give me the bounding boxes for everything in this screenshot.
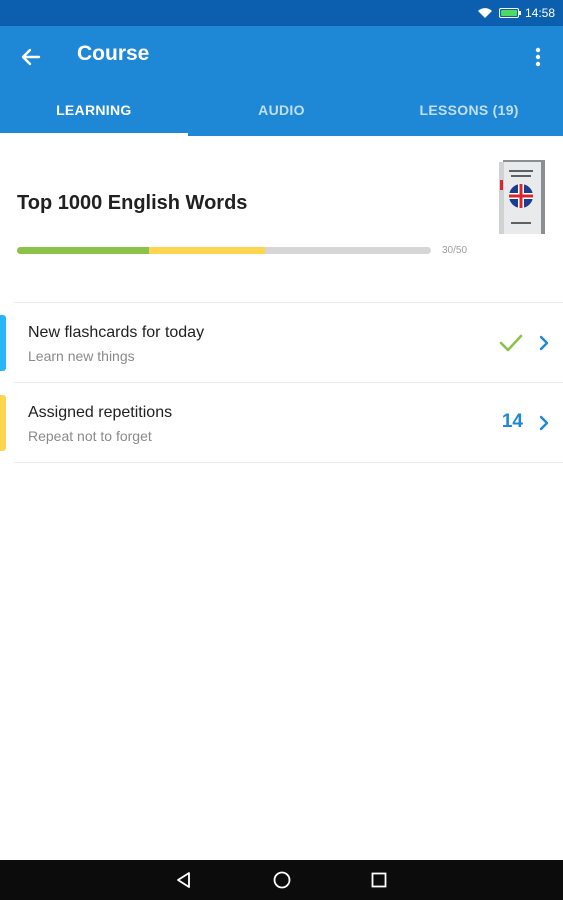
back-button[interactable] <box>14 40 48 74</box>
nav-back-button[interactable] <box>172 868 196 892</box>
tab-audio[interactable]: AUDIO <box>188 84 376 136</box>
nav-home-button[interactable] <box>270 868 294 892</box>
progress-learned-segment <box>17 247 150 254</box>
assigned-repetitions-row[interactable]: Assigned repetitions Repeat not to forge… <box>0 383 563 463</box>
new-flashcards-row[interactable]: New flashcards for today Learn new thing… <box>0 303 563 383</box>
chevron-right-icon <box>539 415 549 431</box>
repetitions-count: 14 <box>501 411 523 432</box>
tab-learning[interactable]: LEARNING <box>0 84 188 136</box>
chevron-right-icon <box>539 335 549 351</box>
progress-review-segment <box>149 247 266 254</box>
system-nav-bar <box>0 860 563 900</box>
arrow-back-icon <box>21 48 41 66</box>
row-subtitle: Learn new things <box>28 348 135 364</box>
nav-back-icon <box>177 872 190 888</box>
tab-lessons[interactable]: LESSONS (19) <box>375 84 563 136</box>
app-bar: Course LEARNING AUDIO LESSONS (19) <box>0 26 563 136</box>
status-icons: 14:58 <box>477 0 555 26</box>
row-accent-bar <box>0 315 6 371</box>
nav-home-icon <box>273 871 291 889</box>
more-vert-icon <box>535 47 541 67</box>
page-title: Course <box>77 42 150 65</box>
status-time: 14:58 <box>524 6 555 20</box>
wifi-icon <box>477 8 492 18</box>
uk-flag-book-icon <box>499 160 545 234</box>
row-subtitle: Repeat not to forget <box>28 428 152 444</box>
course-title: Top 1000 English Words <box>17 192 248 214</box>
overflow-menu-button[interactable] <box>523 40 553 74</box>
battery-level <box>500 10 517 16</box>
battery-icon <box>498 8 521 18</box>
row-title: Assigned repetitions <box>28 404 173 421</box>
status-bar: 14:58 <box>0 0 563 26</box>
progress-label: 30/50 <box>442 245 468 256</box>
nav-recents-button[interactable] <box>367 868 391 892</box>
nav-recents-icon <box>371 872 387 888</box>
course-progress-bar <box>17 247 431 254</box>
row-accent-bar <box>0 395 6 451</box>
tab-bar: LEARNING AUDIO LESSONS (19) <box>0 84 563 136</box>
checkmark-icon <box>499 334 523 352</box>
row-title: New flashcards for today <box>28 324 205 341</box>
divider <box>14 462 563 463</box>
